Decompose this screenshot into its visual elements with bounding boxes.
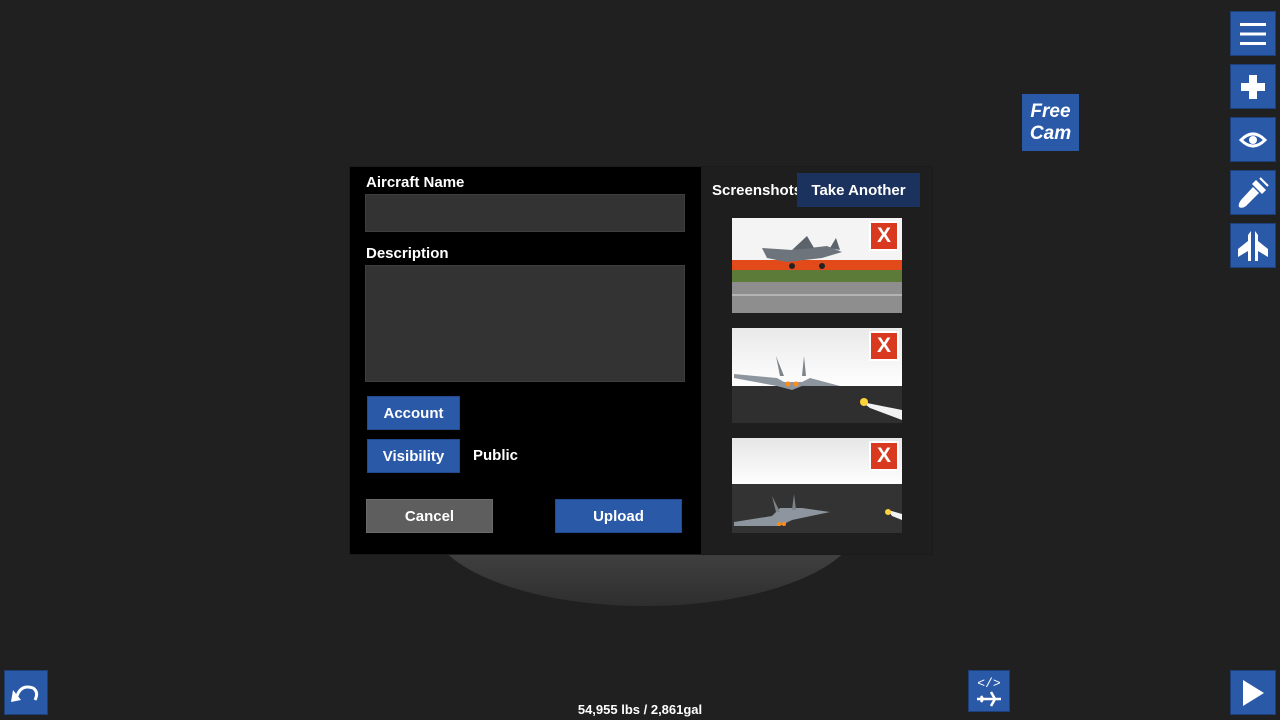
menu-button[interactable] (1231, 12, 1275, 55)
description-input[interactable] (365, 265, 685, 382)
weight-fuel-status: 54,955 lbs / 2,861gal (577, 702, 703, 717)
remove-screenshot-button[interactable]: X (869, 441, 899, 471)
paint-button[interactable] (1231, 171, 1275, 214)
remove-screenshot-button[interactable]: X (869, 221, 899, 251)
screenshot-thumbnail[interactable]: X (732, 438, 902, 533)
menu-icon (1240, 22, 1266, 45)
symmetry-button[interactable] (1231, 224, 1275, 267)
view-button[interactable] (1231, 118, 1275, 161)
free-cam-button[interactable]: Free Cam (1022, 94, 1079, 151)
upload-dialog: Aircraft Name Description Account Visibi… (349, 166, 933, 555)
take-another-button[interactable]: Take Another (797, 173, 920, 207)
free-cam-label-line2: Cam (1029, 122, 1072, 144)
visibility-button[interactable]: Visibility (367, 439, 460, 473)
account-button[interactable]: Account (367, 396, 460, 430)
paint-brush-icon (1238, 176, 1269, 208)
upload-button[interactable]: Upload (555, 499, 682, 533)
screenshot-thumbnail[interactable]: X (732, 218, 902, 313)
visibility-value: Public (473, 447, 519, 464)
free-cam-label-line1: Free (1030, 100, 1071, 122)
svg-text:</>: </> (977, 676, 1001, 691)
eye-icon (1239, 132, 1267, 147)
add-part-button[interactable] (1231, 65, 1275, 108)
remove-screenshot-button[interactable]: X (869, 331, 899, 361)
cancel-button[interactable]: Cancel (366, 499, 493, 533)
screenshots-panel: Screenshots Take Another X X X (701, 167, 932, 554)
screenshots-label: Screenshots (712, 182, 803, 199)
screenshot-thumbnail[interactable]: X (732, 328, 902, 423)
plus-icon (1241, 74, 1265, 99)
aircraft-name-label: Aircraft Name (366, 174, 465, 191)
symmetry-icon (1238, 230, 1268, 261)
description-label: Description (366, 245, 449, 262)
aircraft-name-input[interactable] (365, 194, 685, 232)
